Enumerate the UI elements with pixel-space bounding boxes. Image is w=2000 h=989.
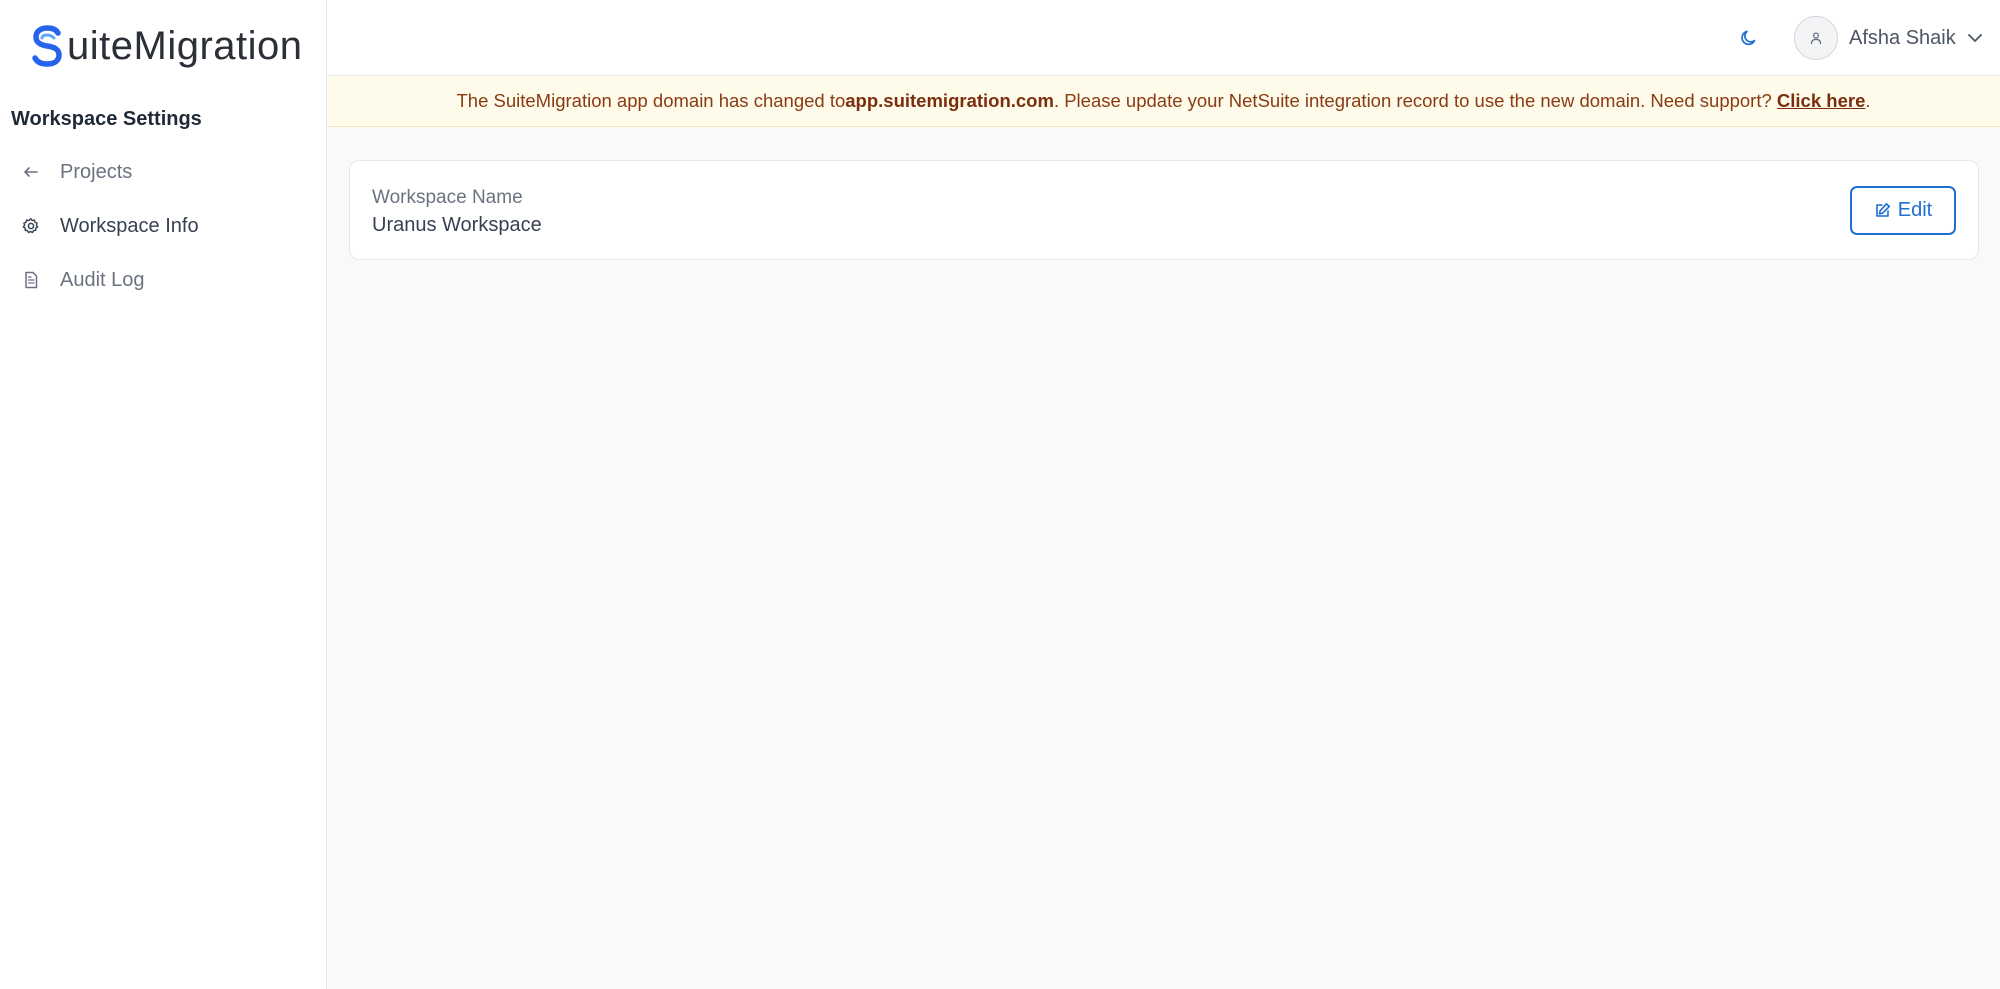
sidebar-item-audit-log[interactable]: Audit Log bbox=[0, 253, 326, 307]
theme-toggle-button[interactable] bbox=[1735, 24, 1763, 52]
chevron-down-icon bbox=[1967, 34, 1982, 42]
banner-text-middle: . Please update your NetSuite integratio… bbox=[1053, 90, 1777, 111]
edit-button-label: Edit bbox=[1897, 199, 1933, 221]
main-content: Afsha Shaik The SuiteMigration app domai… bbox=[327, 0, 2000, 989]
user-name: Afsha Shaik bbox=[1849, 26, 1956, 49]
sidebar-nav: Projects Workspace Info Audit Log bbox=[0, 145, 326, 307]
banner-text-after: . bbox=[1865, 90, 1871, 111]
edit-icon bbox=[1874, 202, 1891, 219]
sidebar: uiteMigration Workspace Settings Project… bbox=[0, 0, 327, 989]
logo-s-icon bbox=[32, 25, 62, 67]
sidebar-item-label: Projects bbox=[60, 160, 133, 183]
sidebar-item-workspace-info[interactable]: Workspace Info bbox=[0, 199, 326, 253]
sidebar-section-title: Workspace Settings bbox=[11, 108, 202, 130]
sidebar-item-label: Audit Log bbox=[60, 268, 145, 291]
logo-text: uiteMigration bbox=[67, 23, 303, 68]
moon-icon bbox=[1741, 30, 1756, 46]
app-root: uiteMigration Workspace Settings Project… bbox=[0, 0, 2000, 989]
sidebar-item-label: Workspace Info bbox=[60, 214, 199, 237]
arrow-left-icon bbox=[22, 163, 40, 181]
user-icon bbox=[1810, 32, 1822, 45]
domain-change-banner: The SuiteMigration app domain has change… bbox=[327, 76, 2000, 127]
sidebar-item-projects[interactable]: Projects bbox=[0, 145, 326, 199]
workspace-name-card: Workspace Name Uranus Workspace Edit bbox=[349, 160, 1979, 260]
gear-icon bbox=[22, 217, 40, 235]
edit-button[interactable]: Edit bbox=[1850, 186, 1956, 235]
banner-text-before: The SuiteMigration app domain has change… bbox=[456, 90, 846, 111]
banner-support-link[interactable]: Click here bbox=[1777, 90, 1865, 112]
workspace-name-label: Workspace Name bbox=[372, 187, 523, 208]
topbar: Afsha Shaik bbox=[327, 0, 2000, 76]
workspace-name-value: Uranus Workspace bbox=[372, 214, 542, 236]
logo[interactable]: uiteMigration bbox=[30, 22, 303, 70]
user-menu[interactable]: Afsha Shaik bbox=[1794, 16, 1984, 60]
document-icon bbox=[22, 271, 40, 289]
avatar[interactable] bbox=[1794, 16, 1838, 60]
banner-domain: app.suitemigration.com bbox=[845, 90, 1054, 111]
